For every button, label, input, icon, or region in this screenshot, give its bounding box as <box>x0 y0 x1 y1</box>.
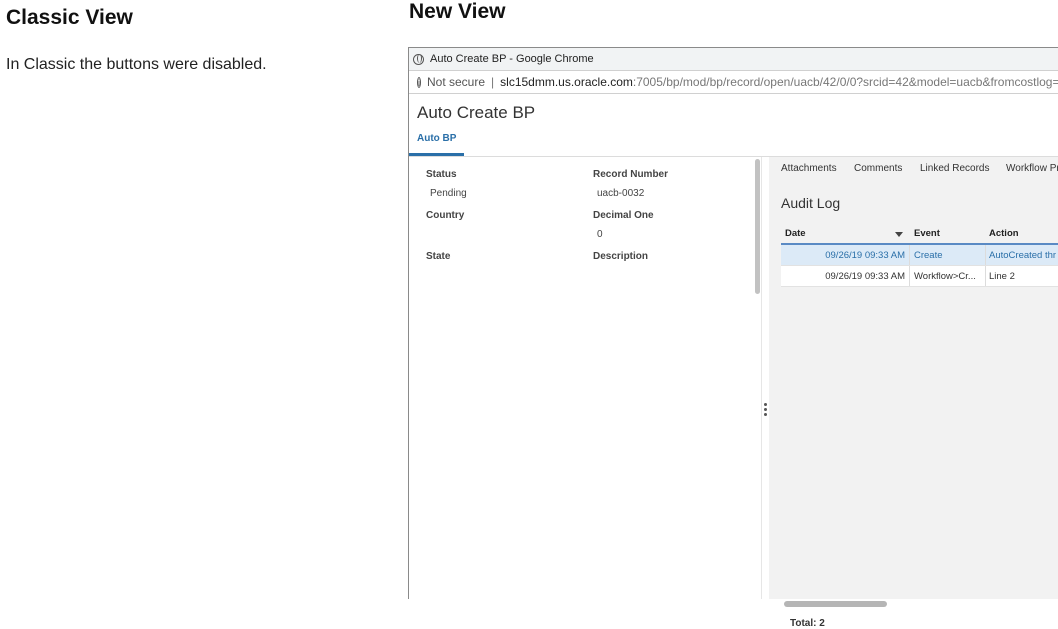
classic-view-note: In Classic the buttons were disabled. <box>6 56 267 73</box>
url-path[interactable]: :7005/bp/mod/bp/record/open/uacb/42/0/0?… <box>633 75 1058 89</box>
tab-comments[interactable]: Comments <box>854 163 902 174</box>
record-tabbar: Auto BP <box>409 131 1058 157</box>
country-label: Country <box>426 210 465 221</box>
new-view-heading: New View <box>409 0 506 23</box>
status-label: Status <box>426 169 457 180</box>
classic-view-heading: Classic View <box>6 6 133 29</box>
chrome-globe-icon <box>413 53 424 65</box>
row-event: Workflow>Cr... <box>914 271 976 282</box>
info-icon[interactable]: i <box>417 76 421 88</box>
decimal-one-value: 0 <box>597 229 603 240</box>
tab-auto-bp[interactable]: Auto BP <box>409 131 465 156</box>
table-row[interactable]: 09/26/19 09:33 AM Workflow>Cr... Line 2 <box>781 266 1058 287</box>
address-separator: | <box>491 75 495 89</box>
row-action: AutoCreated thr <box>989 250 1057 261</box>
audit-log-title: Audit Log <box>781 195 841 211</box>
side-panel-tabs: Attachments Comments Linked Records Work… <box>769 157 1058 181</box>
table-header-row: Date Event Action <box>781 223 1058 245</box>
column-divider <box>985 245 986 265</box>
column-divider <box>909 245 910 265</box>
splitter-dot <box>764 403 767 406</box>
browser-window: Auto Create BP - Google Chrome i Not sec… <box>408 47 1058 629</box>
column-divider <box>909 266 910 286</box>
sort-descending-icon[interactable] <box>895 232 903 237</box>
window-title: Auto Create BP - Google Chrome <box>430 53 594 65</box>
window-titlebar: Auto Create BP - Google Chrome <box>409 48 1058 71</box>
tab-workflow[interactable]: Workflow Pr <box>1006 163 1058 174</box>
decimal-one-label: Decimal One <box>593 210 654 221</box>
splitter-dot <box>764 408 767 411</box>
splitter-dot <box>764 413 767 416</box>
audit-total-count: Total: 2 <box>790 618 825 629</box>
side-panel: Attachments Comments Linked Records Work… <box>769 157 1058 629</box>
form-scrollbar[interactable] <box>755 159 760 294</box>
record-form: Status Pending Record Number uacb-0032 C… <box>409 157 761 599</box>
description-label: Description <box>593 251 649 262</box>
not-secure-label[interactable]: Not secure <box>427 75 485 89</box>
state-label: State <box>426 251 451 262</box>
column-header-event[interactable]: Event <box>914 228 940 239</box>
row-date: 09/26/19 09:33 AM <box>825 271 905 282</box>
audit-log-table: Date Event Action 09/26/19 09:33 AM Crea… <box>781 223 1058 287</box>
app-title: Auto Create BP <box>417 103 536 122</box>
record-number-value: uacb-0032 <box>597 188 645 199</box>
column-divider <box>985 266 986 286</box>
row-event: Create <box>914 250 943 261</box>
column-header-date[interactable]: Date <box>785 228 806 239</box>
tab-attachments[interactable]: Attachments <box>781 163 837 174</box>
status-value: Pending <box>430 188 467 199</box>
url-host[interactable]: slc15dmm.us.oracle.com <box>500 75 633 89</box>
row-date: 09/26/19 09:33 AM <box>825 250 905 261</box>
address-bar[interactable]: i Not secure | slc15dmm.us.oracle.com:70… <box>409 71 1058 94</box>
table-horizontal-scrollbar[interactable] <box>784 601 887 607</box>
row-action: Line 2 <box>989 271 1015 282</box>
column-header-action[interactable]: Action <box>989 228 1019 239</box>
tab-linked-records[interactable]: Linked Records <box>920 163 989 174</box>
table-row[interactable]: 09/26/19 09:33 AM Create AutoCreated thr <box>781 245 1058 266</box>
record-number-label: Record Number <box>593 169 669 180</box>
